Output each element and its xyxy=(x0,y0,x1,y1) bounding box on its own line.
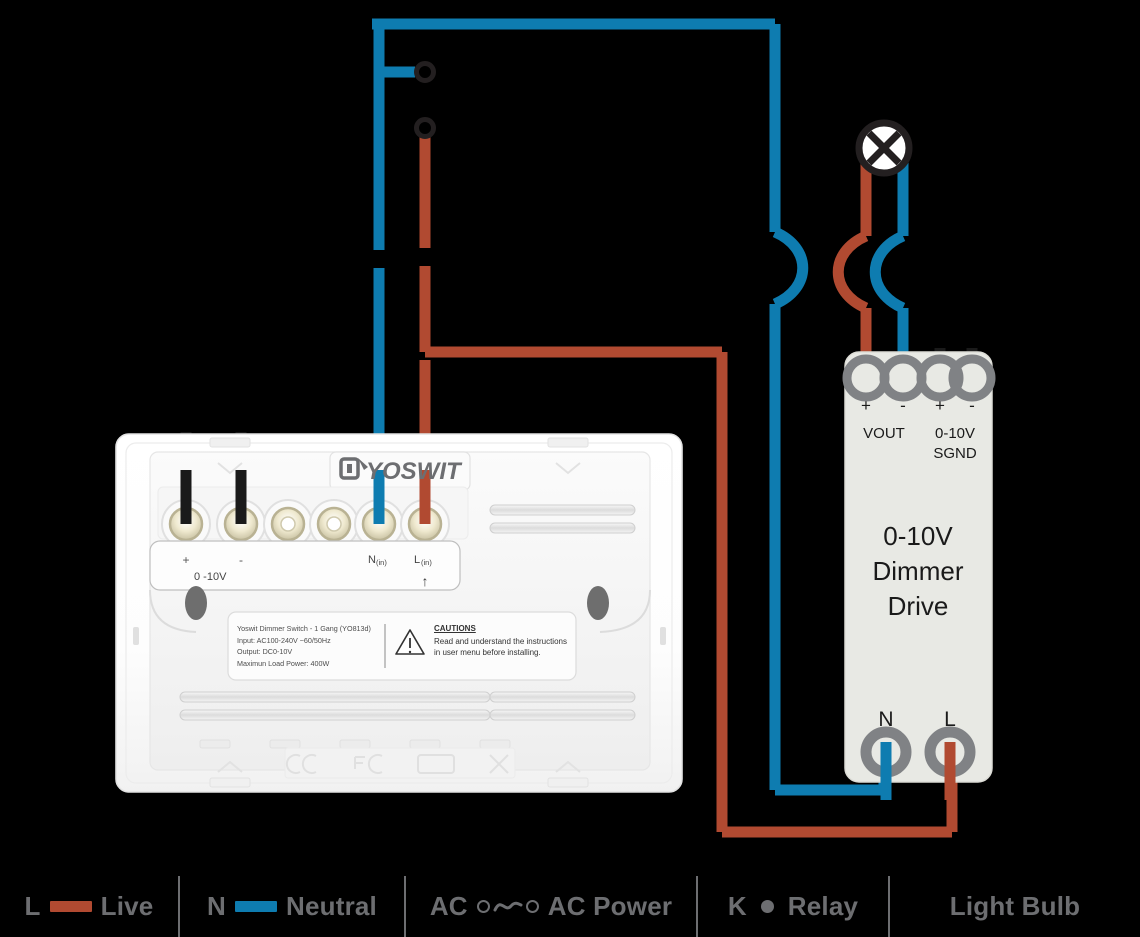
module-group-label-vout: VOUT xyxy=(863,425,905,442)
label-signal-plus: + xyxy=(182,553,189,567)
spec-block: Yoswit Dimmer Switch - 1 Gang (YO813d) I… xyxy=(237,623,382,669)
cautions-line-1: Read and understand the instructions xyxy=(434,637,567,646)
legend-label-neutral: Neutral xyxy=(286,891,377,921)
spec-line-2: Input: AC100-240V ~60/50Hz xyxy=(237,635,331,645)
legend-key-live: L xyxy=(24,891,41,921)
legend-bar: L Live N Neutral AC AC Power K Relay Lig… xyxy=(0,876,1140,937)
module-label-sgnd-minus: - xyxy=(969,396,975,415)
legend-key-neutral: N xyxy=(207,891,226,921)
logo-text: YOSWIT xyxy=(366,458,463,485)
module-title-line-3: Drive xyxy=(888,591,949,621)
legend-item-live: L Live xyxy=(0,876,178,937)
legend-swatch-neutral xyxy=(235,901,277,912)
legend-key-ac: AC xyxy=(429,891,468,921)
cautions-line-2: in user menu before installing. xyxy=(434,648,541,657)
legend-item-relay: K Relay xyxy=(698,876,888,937)
legend-label-relay: Relay xyxy=(787,891,859,921)
spec-line-1: Yoswit Dimmer Switch - 1 Gang (YO813d) xyxy=(237,624,371,633)
module-group-label-sgnd: SGND xyxy=(933,445,977,462)
module-bottom-label-l: L xyxy=(944,708,956,731)
lamp-wire-neutral xyxy=(869,150,909,378)
ac-terminal-circle-left xyxy=(476,900,490,913)
spec-line-4: Maximun Load Power: 400W xyxy=(237,658,330,668)
legend-label-light-bulb: Light Bulb xyxy=(949,891,1081,921)
legend-label-live: Live xyxy=(100,891,154,921)
wiring-diagram-canvas: YOSWIT + - 0 -10V N (in) L (in) ↑ + - + … xyxy=(0,0,1140,937)
label-live-arrow: ↑ xyxy=(422,573,429,589)
ac-sine-icon xyxy=(493,901,523,911)
label-neutral-in-sub: (in) xyxy=(376,558,387,567)
light-bulb-symbol xyxy=(855,119,913,177)
ac-terminal-circle-right xyxy=(525,900,539,913)
module-group-label-0-10v: 0-10V xyxy=(935,425,975,442)
spec-line-3: Output: DC0-10V xyxy=(237,647,293,657)
cautions-heading: CAUTIONS xyxy=(434,624,476,633)
legend-item-neutral: N Neutral xyxy=(180,876,404,937)
lamp-wire-live xyxy=(832,150,872,378)
label-signal-minus: - xyxy=(239,553,243,567)
module-title-line-1: 0-10V xyxy=(883,521,953,551)
dimmer-switch-device xyxy=(115,433,683,793)
module-title-line-2: Dimmer xyxy=(873,556,964,586)
label-0-10v-range: 0 -10V xyxy=(194,571,227,583)
legend-key-relay: K xyxy=(727,891,747,921)
ac-power-icon xyxy=(476,899,539,915)
diagram-svg: YOSWIT + - 0 -10V N (in) L (in) ↑ + - + … xyxy=(115,18,996,838)
label-live-in-sub: (in) xyxy=(421,558,432,567)
cautions-block: CAUTIONS Read and understand the instruc… xyxy=(434,624,574,658)
relay-icon xyxy=(760,900,774,913)
legend-item-light-bulb: Light Bulb xyxy=(890,876,1140,937)
label-live-in: L xyxy=(414,554,420,566)
module-label-vout-plus: + xyxy=(861,396,871,415)
module-label-vout-minus: - xyxy=(900,396,906,415)
module-label-sgnd-plus: + xyxy=(935,396,945,415)
ac-terminal-live xyxy=(414,117,436,139)
ac-terminal-neutral xyxy=(414,61,436,83)
legend-label-ac-power: AC Power xyxy=(547,891,673,921)
legend-swatch-live xyxy=(49,901,92,912)
legend-item-ac-power: AC AC Power xyxy=(406,876,696,937)
label-neutral-in: N xyxy=(368,554,376,566)
module-bottom-label-n: N xyxy=(878,708,893,731)
